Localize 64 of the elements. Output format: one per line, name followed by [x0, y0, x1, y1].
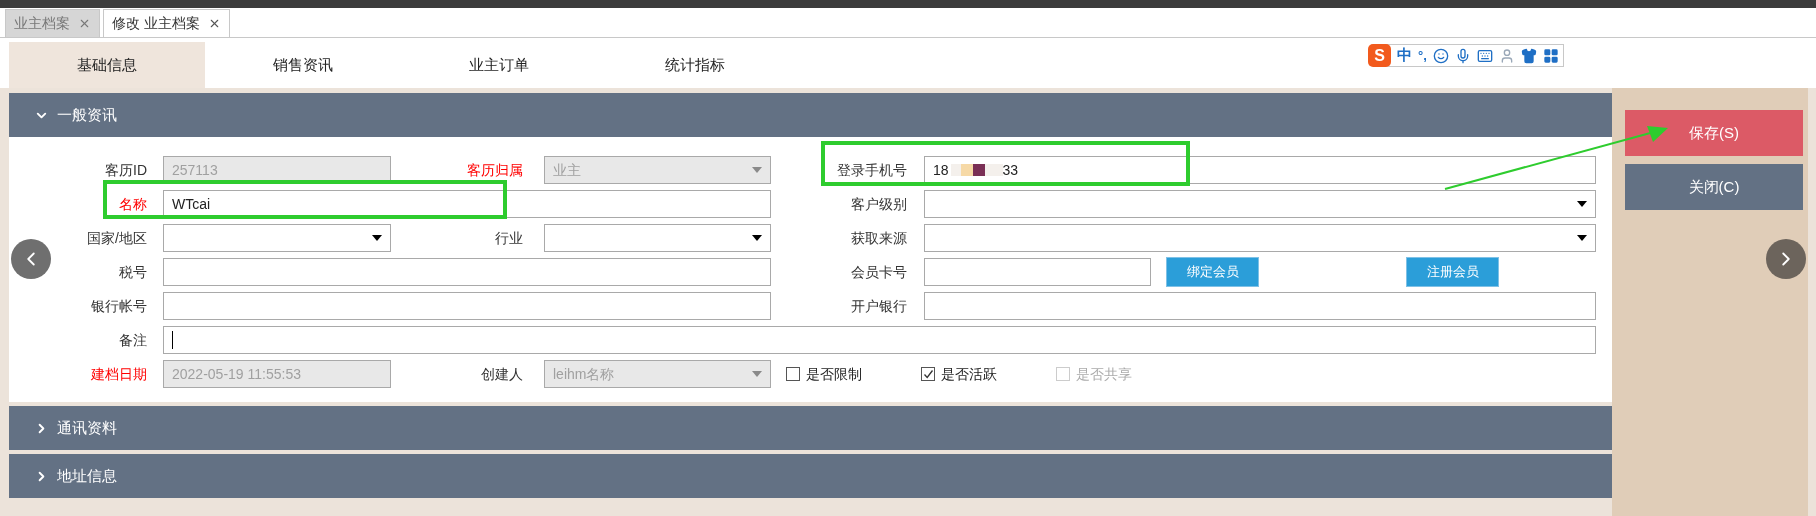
dropdown-caret-icon — [1577, 201, 1587, 207]
action-button[interactable]: 保存(S) — [1625, 110, 1803, 156]
text-field[interactable] — [163, 292, 771, 320]
section-title: 一般资讯 — [57, 104, 117, 125]
field-label: 会员卡号 — [851, 262, 907, 282]
section-tab[interactable]: 基础信息 — [9, 42, 205, 88]
dropdown-field[interactable] — [544, 224, 771, 252]
field-label: 名称 — [119, 194, 147, 214]
grid-icon[interactable] — [1542, 47, 1559, 64]
section-header[interactable]: 地址信息 — [9, 454, 1612, 498]
field-value: WTcai — [172, 194, 211, 214]
dropdown-caret-icon — [752, 235, 762, 241]
field-label: 银行帐号 — [91, 296, 147, 316]
document-tab[interactable]: 修改 业主档案 — [103, 9, 230, 37]
section-header[interactable]: 一般资讯 — [9, 93, 1612, 137]
field-label: 建档日期 — [91, 364, 147, 384]
field-label: 税号 — [119, 262, 147, 282]
field-value: 33 — [1002, 160, 1019, 180]
field-label: 创建人 — [481, 364, 523, 384]
document-tab[interactable]: 业主档案 — [5, 9, 100, 37]
field-value: leihm名称 — [553, 364, 615, 384]
ime-mode-toggle[interactable]: 中 — [1397, 44, 1412, 67]
member-button[interactable]: 注册会员 — [1406, 257, 1499, 287]
field-value: 18 — [933, 160, 949, 180]
phone-field[interactable]: 18 33 — [924, 156, 1596, 184]
field-value: 业主 — [553, 160, 581, 180]
smiley-icon[interactable] — [1432, 47, 1449, 64]
field-label: 国家/地区 — [87, 228, 147, 248]
field-label: 客历ID — [105, 160, 147, 180]
field-label: 行业 — [495, 228, 523, 248]
field-label: 客历归属 — [467, 160, 523, 180]
shirt-icon[interactable] — [1520, 47, 1537, 64]
text-field[interactable] — [163, 258, 771, 286]
field-label: 开户银行 — [851, 296, 907, 316]
card-number-field[interactable] — [924, 258, 1151, 286]
section-title: 通讯资料 — [57, 417, 117, 438]
checkbox[interactable]: 是否限制 — [786, 363, 921, 385]
keyboard-icon[interactable] — [1476, 47, 1493, 64]
field-label: 登录手机号 — [837, 160, 907, 180]
dropdown-caret-icon — [752, 167, 762, 173]
section-header[interactable]: 通讯资料 — [9, 406, 1612, 450]
dropdown-field[interactable] — [163, 224, 391, 252]
section-title: 地址信息 — [57, 465, 117, 486]
field-value: 2022-05-19 11:55:53 — [172, 364, 301, 384]
dropdown-field[interactable] — [924, 190, 1596, 218]
field-label: 客户级别 — [851, 194, 907, 214]
text-field[interactable] — [163, 326, 1596, 354]
text-field[interactable]: WTcai — [163, 190, 771, 218]
dropdown-caret-icon — [752, 371, 762, 377]
field-value: 257113 — [172, 160, 218, 180]
member-button[interactable]: 绑定会员 — [1166, 257, 1259, 287]
field-label: 备注 — [119, 330, 147, 350]
text-field[interactable] — [924, 292, 1596, 320]
action-button[interactable]: 关闭(C) — [1625, 164, 1803, 210]
checkmark-icon — [922, 368, 934, 380]
dropdown-caret-icon — [1577, 235, 1587, 241]
close-icon[interactable] — [78, 17, 91, 30]
checkbox[interactable]: 是否活跃 — [921, 363, 1056, 385]
dropdown-field[interactable] — [924, 224, 1596, 252]
redaction-icon — [950, 163, 1003, 177]
ime-punctuation-toggle[interactable]: °, — [1418, 45, 1427, 66]
field-label: 获取来源 — [851, 228, 907, 248]
dropdown-caret-icon — [372, 235, 382, 241]
ime-logo: S — [1368, 44, 1391, 67]
